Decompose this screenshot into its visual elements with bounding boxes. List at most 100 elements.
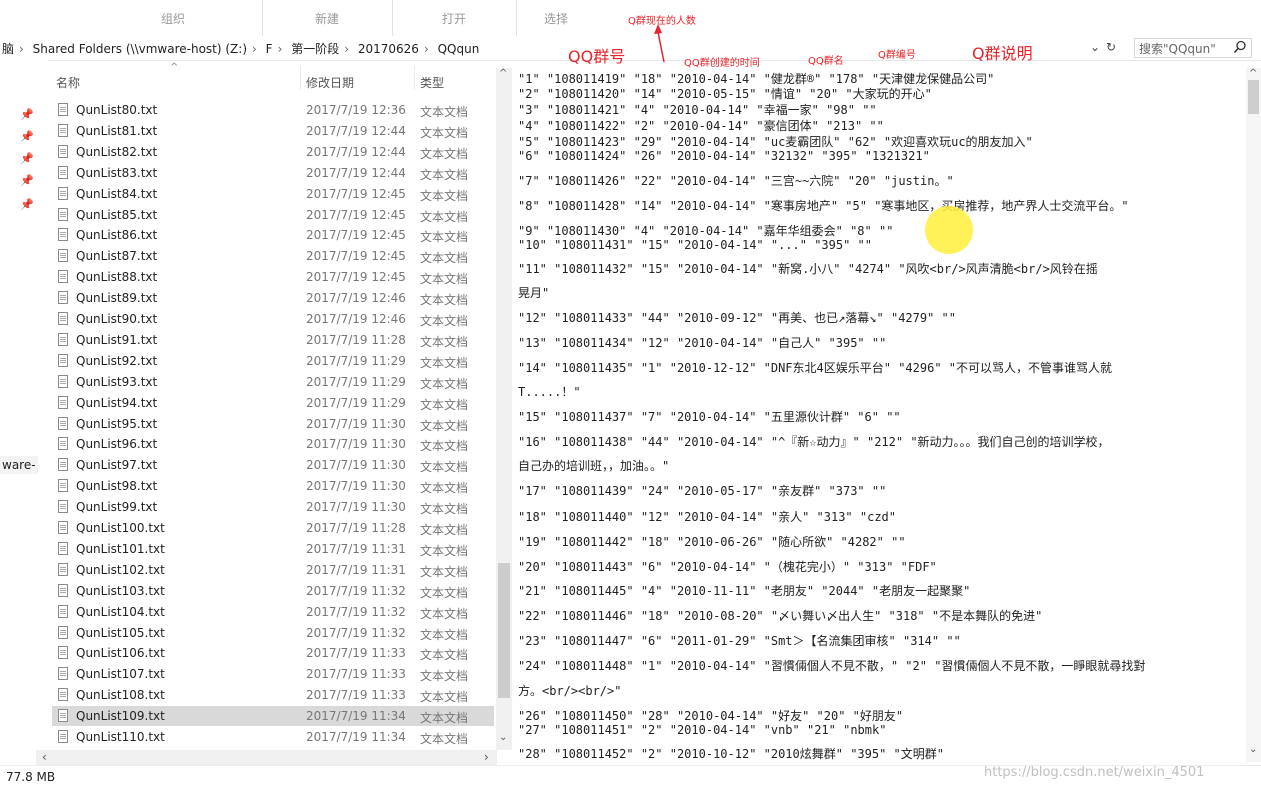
file-type: 文本文档 (420, 418, 469, 433)
file-name: QunList85.txt (76, 207, 158, 222)
ribbon-new[interactable]: 新建 (262, 0, 393, 36)
file-row[interactable]: QunList89.txt 2017/7/19 12:46 文本文档 (52, 288, 494, 308)
refresh-icon[interactable]: ↻ (1106, 40, 1116, 54)
ribbon-open[interactable]: 打开 (392, 0, 517, 36)
file-row[interactable]: QunList105.txt 2017/7/19 11:32 文本文档 (52, 623, 494, 643)
file-row[interactable]: QunList92.txt 2017/7/19 11:29 文本文档 (52, 351, 494, 371)
file-row[interactable]: QunList107.txt 2017/7/19 11:33 文本文档 (52, 664, 494, 684)
preview-line: 自己办的培训班，，加油。。" (518, 459, 670, 473)
breadcrumb-item[interactable]: 20170626 (358, 42, 419, 56)
scroll-up-icon[interactable]: ^ (499, 68, 507, 79)
file-type: 文本文档 (420, 314, 469, 328)
text-file-icon (58, 123, 68, 137)
breadcrumb-item[interactable]: 第一阶段 (291, 42, 339, 56)
breadcrumb-item[interactable]: Shared Folders (\\vmware-host) (Z:) (33, 42, 247, 56)
file-row[interactable]: QunList104.txt 2017/7/19 11:32 文本文档 (52, 602, 494, 622)
pin-icon[interactable]: 📌 (20, 152, 34, 165)
file-row[interactable]: QunList110.txt 2017/7/19 11:34 文本文档 (52, 727, 494, 747)
annotation-created: QQ群创建的时间 (684, 58, 760, 69)
search-input[interactable]: 搜索"QQqun" (1134, 38, 1252, 58)
file-list-scrollbar[interactable]: ^ ⌄ (496, 68, 512, 750)
pin-icon[interactable]: 📌 (20, 130, 34, 143)
file-row[interactable]: QunList109.txt 2017/7/19 11:34 文本文档 (52, 706, 494, 727)
file-row[interactable]: QunList85.txt 2017/7/19 12:45 文本文档 (52, 205, 494, 225)
file-row[interactable]: QunList99.txt 2017/7/19 11:30 文本文档 (52, 497, 494, 517)
pin-icon[interactable]: 📌 (20, 198, 34, 211)
file-date: 2017/7/19 12:45 (306, 249, 406, 264)
file-row[interactable]: QunList101.txt 2017/7/19 11:31 文本文档 (52, 539, 494, 559)
scroll-down-icon[interactable]: ⌄ (499, 732, 507, 743)
chevron-down-icon[interactable]: ⌄ (1090, 40, 1100, 54)
file-row[interactable]: QunList106.txt 2017/7/19 11:33 文本文档 (52, 643, 494, 663)
preview-line: "12" "108011433" "44" "2010-09-12" "再美、也… (518, 311, 957, 325)
file-row[interactable]: QunList96.txt 2017/7/19 11:30 文本文档 (52, 434, 494, 454)
file-row[interactable]: QunList97.txt 2017/7/19 11:30 文本文档 (52, 455, 494, 475)
file-row[interactable]: QunList95.txt 2017/7/19 11:30 文本文档 (52, 414, 494, 434)
file-date: 2017/7/19 11:29 (306, 395, 406, 410)
file-row[interactable]: QunList100.txt 2017/7/19 11:28 文本文档 (52, 518, 494, 538)
scroll-up-icon[interactable]: ^ (1249, 68, 1257, 79)
text-file-icon (58, 395, 68, 409)
preview-scroll-thumb[interactable] (1248, 80, 1259, 114)
file-row[interactable]: QunList88.txt 2017/7/19 12:45 文本文档 (52, 267, 494, 287)
file-type: 文本文档 (420, 543, 469, 558)
file-date: 2017/7/19 11:33 (306, 646, 406, 661)
text-file-icon (58, 541, 68, 555)
column-header-type[interactable]: 类型 (420, 74, 444, 91)
scroll-left-icon[interactable]: ‹ (42, 750, 47, 764)
scroll-down-icon[interactable]: ⌄ (1249, 744, 1257, 755)
file-date: 2017/7/19 12:44 (306, 165, 406, 180)
file-row[interactable]: QunList91.txt 2017/7/19 11:28 文本文档 (52, 330, 494, 350)
preview-scrollbar[interactable]: ^ ⌄ (1246, 68, 1261, 762)
file-type: 文本文档 (420, 606, 469, 621)
breadcrumb-item[interactable]: QQqun (438, 42, 480, 56)
file-row[interactable]: QunList81.txt 2017/7/19 12:44 文本文档 (52, 121, 494, 141)
text-file-icon (58, 521, 68, 534)
file-row[interactable]: QunList103.txt 2017/7/19 11:32 文本文档 (52, 581, 494, 601)
file-row[interactable]: QunList102.txt 2017/7/19 11:31 文本文档 (52, 560, 494, 580)
file-type: 文本文档 (420, 167, 469, 182)
column-divider[interactable] (414, 66, 415, 90)
file-row[interactable]: QunList108.txt 2017/7/19 11:33 文本文档 (52, 685, 494, 705)
file-row[interactable]: QunList93.txt 2017/7/19 11:29 文本文档 (52, 372, 494, 392)
breadcrumb[interactable]: 脑 › Shared Folders (\\vmware-host) (Z:) › … (2, 40, 479, 57)
file-row[interactable]: QunList90.txt 2017/7/19 12:46 文本文档 (52, 309, 494, 329)
preview-line: "17" "108011439" "24" "2010-05-17" "亲友群"… (518, 484, 887, 498)
file-type: 文本文档 (420, 209, 469, 224)
column-divider[interactable] (300, 66, 301, 90)
nav-item-vmware[interactable]: ware- (0, 456, 38, 474)
file-list-scroll-thumb[interactable] (498, 563, 510, 698)
search-icon[interactable] (1233, 40, 1247, 54)
file-list-hscrollbar[interactable]: ‹ › (36, 750, 497, 766)
column-header-name[interactable]: 名称 (56, 74, 80, 91)
text-file-icon (58, 291, 68, 305)
file-row[interactable]: QunList98.txt 2017/7/19 11:30 文本文档 (52, 476, 494, 496)
file-date: 2017/7/19 12:46 (306, 291, 406, 306)
pin-icon[interactable]: 📌 (20, 108, 34, 121)
file-name: QunList89.txt (76, 291, 158, 306)
ribbon-organize[interactable]: 组织 (84, 0, 263, 36)
text-file-icon (58, 562, 68, 576)
file-row[interactable]: QunList94.txt 2017/7/19 11:29 文本文档 (52, 393, 494, 413)
column-header-date[interactable]: 修改日期 (306, 74, 354, 91)
pin-icon[interactable]: 📌 (20, 174, 34, 187)
file-date: 2017/7/19 11:32 (306, 625, 406, 640)
text-file-icon (58, 165, 68, 179)
address-bar[interactable]: 脑 › Shared Folders (\\vmware-host) (Z:) › … (0, 36, 1261, 61)
file-name: QunList110.txt (76, 730, 165, 744)
scroll-right-icon[interactable]: › (484, 750, 489, 764)
file-row[interactable]: QunList84.txt 2017/7/19 12:45 文本文档 (52, 184, 494, 204)
breadcrumb-item[interactable]: 脑 (2, 42, 14, 56)
text-file-icon (58, 186, 68, 200)
file-date: 2017/7/19 11:29 (306, 374, 406, 389)
file-row[interactable]: QunList87.txt 2017/7/19 12:45 文本文档 (52, 246, 494, 266)
breadcrumb-item[interactable]: F (266, 42, 273, 56)
file-row[interactable]: QunList82.txt 2017/7/19 12:44 文本文档 (52, 142, 494, 162)
file-type: 文本文档 (420, 585, 469, 600)
file-name: QunList88.txt (76, 270, 158, 285)
file-row[interactable]: QunList80.txt 2017/7/19 12:36 文本文档 (52, 100, 494, 120)
ribbon-select[interactable]: 选择 (516, 0, 596, 36)
file-row[interactable]: QunList86.txt 2017/7/19 12:45 文本文档 (52, 225, 494, 245)
file-row[interactable]: QunList83.txt 2017/7/19 12:44 文本文档 (52, 163, 494, 183)
preview-line: "28" "108011452" "2" "2010-10-12" "2010炫… (518, 747, 945, 761)
